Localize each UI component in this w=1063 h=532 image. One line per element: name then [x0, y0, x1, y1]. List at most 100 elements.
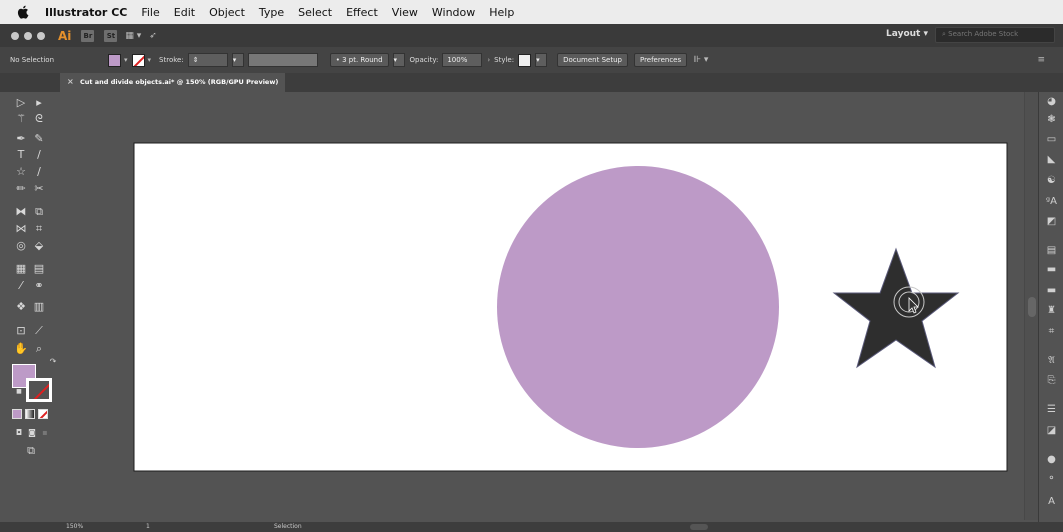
apple-icon[interactable]	[17, 5, 31, 19]
zoom-level[interactable]: 150%	[66, 523, 83, 530]
scale-tool-icon[interactable]: ⧉	[32, 205, 46, 219]
menu-effect[interactable]: Effect	[339, 6, 385, 19]
opacity-input[interactable]: 100%	[442, 53, 483, 67]
artboard-number[interactable]: 1	[146, 523, 150, 530]
opacity-arrow-icon[interactable]: ›	[487, 56, 490, 64]
character-icon[interactable]: 𝔄	[1045, 355, 1058, 367]
black-star-shape[interactable]	[832, 247, 960, 369]
document-setup-button[interactable]: Document Setup	[557, 53, 628, 67]
menu-window[interactable]: Window	[425, 6, 482, 19]
pencil-tool-icon[interactable]: ✏	[14, 182, 28, 196]
blend-tool-icon[interactable]: ⚭	[32, 279, 46, 293]
stroke-dropdown-icon[interactable]: ▾	[148, 56, 152, 64]
free-transform-tool-icon[interactable]: ⌗	[32, 222, 46, 236]
zoom-window-button[interactable]	[37, 31, 45, 40]
preferences-button[interactable]: Preferences	[633, 53, 688, 67]
vertical-scroll-thumb[interactable]	[1028, 297, 1036, 317]
column-graph-tool-icon[interactable]: ▥	[32, 300, 46, 314]
eyedropper-tool-icon[interactable]: ⁄	[14, 279, 28, 293]
perspective-grid-tool-icon[interactable]: ▦	[14, 262, 28, 276]
vertical-scrollbar[interactable]	[1024, 92, 1038, 520]
live-paint-bucket-tool-icon[interactable]: ⬙	[32, 239, 46, 253]
status-tool[interactable]: Selection	[274, 523, 302, 530]
menu-select[interactable]: Select	[291, 6, 339, 19]
opacity-label[interactable]: Opacity:	[410, 56, 439, 64]
links-icon[interactable]: ▬	[1045, 285, 1058, 297]
symbols-icon[interactable]: ☯	[1045, 175, 1058, 187]
draw-inside-icon[interactable]: ◙	[25, 426, 39, 440]
zoom-tool-icon[interactable]: ⌕	[32, 342, 46, 356]
gradient-mode-icon[interactable]	[25, 409, 35, 419]
app-menu[interactable]: Illustrator CC	[39, 6, 134, 19]
brush-dropdown[interactable]: ▾	[392, 53, 405, 67]
brush-definition-button[interactable]: • 3 pt. Round	[329, 53, 389, 67]
draw-behind-icon[interactable]: ▪	[38, 426, 52, 440]
menu-type[interactable]: Type	[252, 6, 291, 19]
arrange-documents-icon[interactable]: ▦ ▾	[125, 31, 141, 41]
shape-builder-tool-icon[interactable]: ◎	[14, 239, 28, 253]
appearance-icon[interactable]: ◩	[1045, 216, 1058, 228]
libraries-icon[interactable]: A	[1045, 496, 1058, 508]
artboards-icon[interactable]: ▬	[1045, 264, 1058, 276]
color-mode-icon[interactable]	[12, 409, 22, 419]
menu-object[interactable]: Object	[202, 6, 252, 19]
fill-swatch[interactable]	[108, 53, 122, 67]
swatches-icon[interactable]: ▭	[1045, 134, 1058, 146]
graphic-styles-icon[interactable]: ᵍA	[1045, 196, 1058, 208]
type-tool-icon[interactable]: T	[14, 148, 28, 162]
selection-tool-icon[interactable]: ▷	[14, 96, 28, 110]
gradient-tool-icon[interactable]: ▤	[32, 262, 46, 276]
asset-export-icon[interactable]: ♜	[1045, 305, 1058, 317]
close-tab-icon[interactable]: ×	[67, 77, 74, 86]
swap-fill-stroke-icon[interactable]: ↷	[46, 355, 60, 369]
style-dropdown[interactable]: ▾	[535, 53, 548, 67]
menu-file[interactable]: File	[134, 6, 166, 19]
gradient-panel-icon[interactable]: ⚬	[1045, 473, 1058, 485]
lasso-tool-icon[interactable]: ᘓ	[32, 112, 46, 126]
line-segment-tool-icon[interactable]: /	[32, 148, 46, 162]
paintbrush-tool-icon[interactable]: ∕	[32, 165, 46, 179]
hand-tool-icon[interactable]: ✋	[14, 342, 28, 356]
minimize-window-button[interactable]	[24, 31, 32, 40]
close-window-button[interactable]	[11, 31, 19, 40]
fill-dropdown-icon[interactable]: ▾	[124, 56, 128, 64]
color-panel-icon[interactable]: ◕	[1045, 96, 1058, 108]
width-tool-icon[interactable]: ⋈	[14, 222, 28, 236]
stroke-color-box[interactable]	[26, 378, 52, 402]
document-tab[interactable]: × Cut and divide objects.ai* @ 150% (RGB…	[60, 73, 285, 92]
menu-edit[interactable]: Edit	[167, 6, 202, 19]
stroke-swatch[interactable]	[131, 53, 145, 67]
reflect-tool-icon[interactable]: ⧓	[14, 205, 28, 219]
artboard-tool-icon[interactable]: ⊡	[14, 324, 28, 338]
variable-width-profile[interactable]	[247, 53, 318, 67]
control-bar-menu-icon[interactable]: ≡	[1037, 55, 1045, 65]
pathfinder-icon[interactable]: ◪	[1045, 425, 1058, 437]
stroke-panel-icon[interactable]: ●	[1045, 454, 1058, 466]
star-tool-icon[interactable]: ☆	[14, 165, 28, 179]
scissors-tool-icon[interactable]: ✂	[32, 182, 46, 196]
magic-wand-tool-icon[interactable]: ⚚	[14, 112, 28, 126]
symbol-sprayer-tool-icon[interactable]: ❖	[14, 300, 28, 314]
draw-mode-icon[interactable]: ◘	[12, 426, 26, 440]
default-colors-icon[interactable]: ■	[12, 388, 26, 396]
transform-icon[interactable]: ⌗	[1045, 326, 1058, 338]
stock-button[interactable]: St	[104, 29, 118, 42]
menu-help[interactable]: Help	[482, 6, 521, 19]
gpu-performance-icon[interactable]: ➶	[149, 31, 157, 41]
search-stock-input[interactable]: ⌕ Search Adobe Stock	[935, 27, 1055, 43]
curvature-tool-icon[interactable]: ✎	[32, 132, 46, 146]
stroke-weight-dropdown[interactable]: ▾	[231, 53, 244, 67]
screen-mode-icon[interactable]: ⧉	[24, 444, 38, 458]
direct-selection-tool-icon[interactable]: ▸	[32, 96, 46, 110]
align-options-icon[interactable]: ⊪ ▾	[693, 55, 708, 65]
menu-view[interactable]: View	[385, 6, 425, 19]
none-mode-icon[interactable]	[38, 409, 48, 419]
pen-tool-icon[interactable]: ✒	[14, 132, 28, 146]
workspace-switcher[interactable]: Layout ▾	[886, 29, 928, 39]
horizontal-scroll-thumb[interactable]	[690, 524, 708, 530]
stroke-weight-input[interactable]: ⇕	[187, 53, 228, 67]
color-guide-icon[interactable]: ❃	[1045, 114, 1058, 126]
align-icon[interactable]: ☰	[1045, 404, 1058, 416]
brushes-icon[interactable]: ◣	[1045, 154, 1058, 166]
graphic-style-swatch[interactable]	[518, 53, 532, 67]
